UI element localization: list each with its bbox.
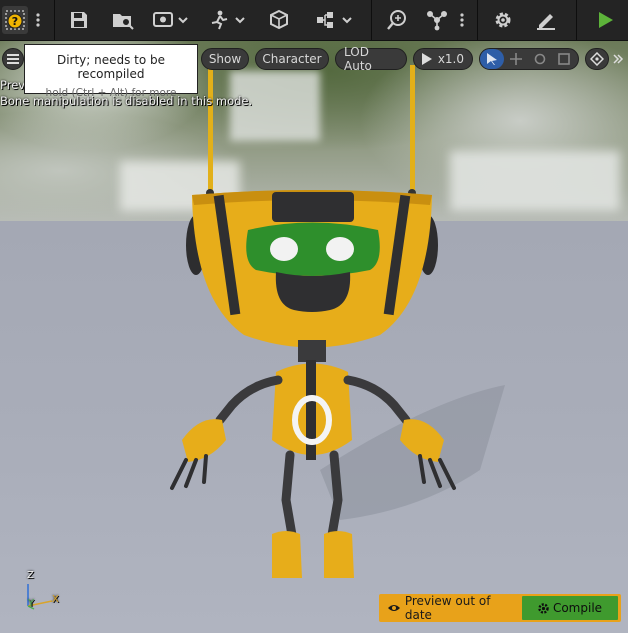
blueprint-status-dirty-icon[interactable]: ? xyxy=(2,6,28,34)
more-options-icon[interactable] xyxy=(455,6,469,34)
tooltip-hint: hold (Ctrl + Alt) for more xyxy=(45,87,177,99)
preview-mesh-icon[interactable] xyxy=(151,6,191,34)
transform-tools-group xyxy=(479,48,579,70)
overflow-chevron-icon[interactable] xyxy=(609,48,627,70)
playback-speed-button[interactable]: x1.0 xyxy=(413,48,473,70)
translate-tool-icon[interactable] xyxy=(504,49,528,69)
more-options-icon[interactable] xyxy=(30,6,46,34)
axis-z-label: Z xyxy=(27,570,34,581)
character-button[interactable]: Character xyxy=(255,48,329,70)
show-button[interactable]: Show xyxy=(201,48,249,70)
play-speed-icon xyxy=(422,53,432,65)
rotate-tool-icon[interactable] xyxy=(528,49,552,69)
preview-out-of-date-notice: Preview out of date xyxy=(382,594,520,622)
camera-options-icon[interactable] xyxy=(585,48,609,70)
play-icon[interactable] xyxy=(592,6,618,34)
make-static-mesh-icon[interactable] xyxy=(266,6,292,34)
select-tool-icon[interactable] xyxy=(480,49,504,69)
axis-y-label: Y xyxy=(28,598,35,609)
settings-icon[interactable] xyxy=(490,6,516,34)
scale-tool-icon[interactable] xyxy=(552,49,576,69)
edit-icon[interactable] xyxy=(533,6,559,34)
lod-button[interactable]: LOD Auto xyxy=(335,45,407,73)
skeleton-tree-icon[interactable] xyxy=(315,6,355,34)
tooltip-title: Dirty; needs to be recompiled xyxy=(56,53,166,81)
save-icon[interactable] xyxy=(66,6,92,34)
axis-x-label: X xyxy=(52,594,59,605)
eye-icon xyxy=(388,605,400,611)
robot-character xyxy=(170,65,505,578)
preview-viewport[interactable]: Show Character LOD Auto x1.0 Prev Bone m… xyxy=(0,41,628,633)
compile-label: Compile xyxy=(552,601,603,615)
viewport-menu-button[interactable] xyxy=(2,48,24,70)
hierarchy-icon[interactable] xyxy=(424,6,450,34)
hamburger-icon xyxy=(7,54,19,64)
preview-status-text: Preview out of date xyxy=(404,594,491,622)
svg-text:?: ? xyxy=(12,15,18,28)
gear-icon xyxy=(538,602,549,614)
speed-label: x1.0 xyxy=(437,52,464,66)
main-toolbar: ? xyxy=(0,0,628,41)
compile-button[interactable]: Compile xyxy=(522,596,618,620)
browse-icon[interactable] xyxy=(110,6,136,34)
dirty-status-tooltip: Dirty; needs to be recompiled hold (Ctrl… xyxy=(24,44,198,99)
preview-label: Prev xyxy=(0,78,26,92)
find-icon[interactable] xyxy=(384,6,410,34)
animation-icon[interactable] xyxy=(207,6,247,34)
